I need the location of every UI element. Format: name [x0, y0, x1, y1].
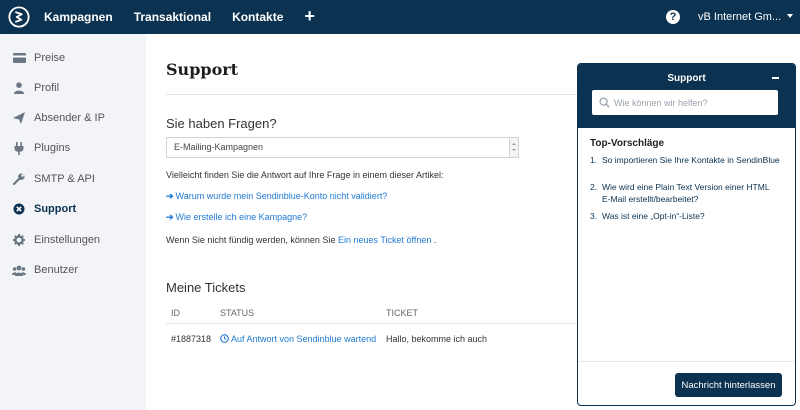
- minimize-icon[interactable]: [772, 77, 779, 79]
- suggestion-label[interactable]: Was ist eine „Opt-in“-Liste?: [602, 210, 780, 222]
- nav-kontakte[interactable]: Kontakte: [232, 10, 283, 24]
- ticket-status[interactable]: Auf Antwort von Sendinblue wartend: [220, 334, 376, 344]
- widget-header: Support: [578, 64, 795, 128]
- arrow-right-icon: ➔: [166, 191, 174, 201]
- category-select[interactable]: E-Mailing-Kampagnen: [166, 137, 519, 158]
- caret-down-icon[interactable]: [787, 14, 793, 18]
- sidebar-item-label: Einstellungen: [34, 234, 101, 246]
- articles-hint: Vielleicht finden Sie die Antwort auf Ih…: [166, 170, 444, 180]
- sidebar: Preise Profil Absender & IP Plugins SMTP…: [0, 34, 146, 410]
- sidebar-item-benutzer[interactable]: Benutzer: [0, 258, 146, 282]
- faq-heading: Sie haben Fragen?: [166, 116, 277, 131]
- paper-plane-icon: [12, 111, 26, 125]
- suggestion-number: 1.: [590, 155, 598, 165]
- article-link[interactable]: ➔ Wie erstelle ich eine Kampagne?: [166, 212, 307, 223]
- table-divider: [166, 323, 576, 324]
- suggestion-item[interactable]: 3. Was ist eine „Opt-in“-Liste?: [590, 210, 780, 222]
- suggestion-item[interactable]: 2. Wie wird eine Plain Text Version eine…: [590, 181, 780, 205]
- sidebar-item-label: Support: [34, 203, 77, 215]
- nav-kampagnen[interactable]: Kampagnen: [44, 10, 113, 24]
- new-ticket-link[interactable]: Ein neues Ticket öffnen: [338, 235, 431, 245]
- widget-search[interactable]: [592, 90, 778, 115]
- search-icon: [599, 97, 610, 108]
- column-header-status: STATUS: [220, 308, 255, 318]
- sidebar-item-preise[interactable]: Preise: [0, 46, 146, 70]
- suggestion-label[interactable]: So importieren Sie Ihre Kontakte in Send…: [602, 154, 780, 166]
- sendinblue-logo-icon[interactable]: [8, 6, 30, 28]
- sidebar-item-smtp-api[interactable]: SMTP & API: [0, 167, 146, 191]
- sidebar-item-profil[interactable]: Profil: [0, 76, 146, 100]
- support-icon: [12, 202, 26, 216]
- top-navigation-bar: Kampagnen Transaktional Kontakte +: [0, 0, 800, 34]
- column-header-ticket: TICKET: [386, 308, 419, 318]
- help-icon[interactable]: ?: [666, 10, 680, 24]
- add-icon[interactable]: +: [304, 6, 315, 27]
- sidebar-item-label: Absender & IP: [34, 112, 105, 124]
- sidebar-item-label: Profil: [34, 82, 60, 94]
- arrow-right-icon: ➔: [166, 212, 174, 222]
- divider: [166, 94, 626, 95]
- column-header-id: ID: [171, 308, 180, 318]
- account-menu[interactable]: vB Internet Gm...: [698, 11, 781, 23]
- category-select-value: E-Mailing-Kampagnen: [174, 142, 264, 152]
- sidebar-item-label: Preise: [34, 52, 66, 64]
- sidebar-item-einstellungen[interactable]: Einstellungen: [0, 228, 146, 252]
- suggestion-item[interactable]: 1. So importieren Sie Ihre Kontakte in S…: [590, 154, 780, 166]
- price-tag-icon: [12, 51, 26, 65]
- leave-message-button[interactable]: Nachricht hinterlassen: [675, 373, 782, 397]
- ticket-id: #1887318: [171, 334, 212, 344]
- suggestion-label[interactable]: Wie wird eine Plain Text Version einer H…: [602, 181, 780, 205]
- nav-transaktional[interactable]: Transaktional: [134, 10, 211, 24]
- sidebar-item-label: SMTP & API: [34, 173, 95, 185]
- article-link-label[interactable]: Warum wurde mein Sendinblue-Konto nicht …: [176, 191, 388, 201]
- search-input[interactable]: [614, 90, 774, 115]
- gear-icon: [12, 233, 26, 247]
- sidebar-item-absender[interactable]: Absender & IP: [0, 106, 146, 130]
- users-icon: [12, 263, 26, 277]
- select-arrows-icon[interactable]: [509, 138, 518, 157]
- new-ticket-prefix: Wenn Sie nicht fündig werden, können Sie: [166, 235, 336, 245]
- ticket-subject[interactable]: Hallo, bekomme ich auch: [386, 334, 487, 344]
- sidebar-item-plugins[interactable]: Plugins: [0, 136, 146, 160]
- ticket-status-label[interactable]: Auf Antwort von Sendinblue wartend: [231, 334, 376, 344]
- plug-icon: [12, 141, 26, 155]
- suggestion-number: 3.: [590, 211, 598, 221]
- sidebar-item-support[interactable]: Support: [0, 197, 146, 221]
- article-link-label[interactable]: Wie erstelle ich eine Kampagne?: [176, 212, 308, 222]
- suggestion-number: 2.: [590, 182, 598, 192]
- support-widget: Support Top-Vorschläge 1. So importieren…: [577, 63, 796, 406]
- new-ticket-suffix: .: [433, 235, 437, 245]
- new-ticket-text: Wenn Sie nicht fündig werden, können Sie…: [166, 235, 436, 245]
- page-title: Support: [166, 60, 239, 79]
- wrench-icon: [12, 172, 26, 186]
- clock-icon: [220, 334, 229, 343]
- user-icon: [12, 81, 26, 95]
- widget-title: Support: [667, 73, 706, 84]
- widget-divider: [578, 361, 795, 362]
- tickets-heading: Meine Tickets: [166, 280, 246, 295]
- article-link[interactable]: ➔ Warum wurde mein Sendinblue-Konto nicht…: [166, 191, 387, 202]
- sidebar-item-label: Benutzer: [34, 264, 79, 276]
- suggestions-title: Top-Vorschläge: [590, 138, 665, 149]
- sidebar-item-label: Plugins: [34, 142, 71, 154]
